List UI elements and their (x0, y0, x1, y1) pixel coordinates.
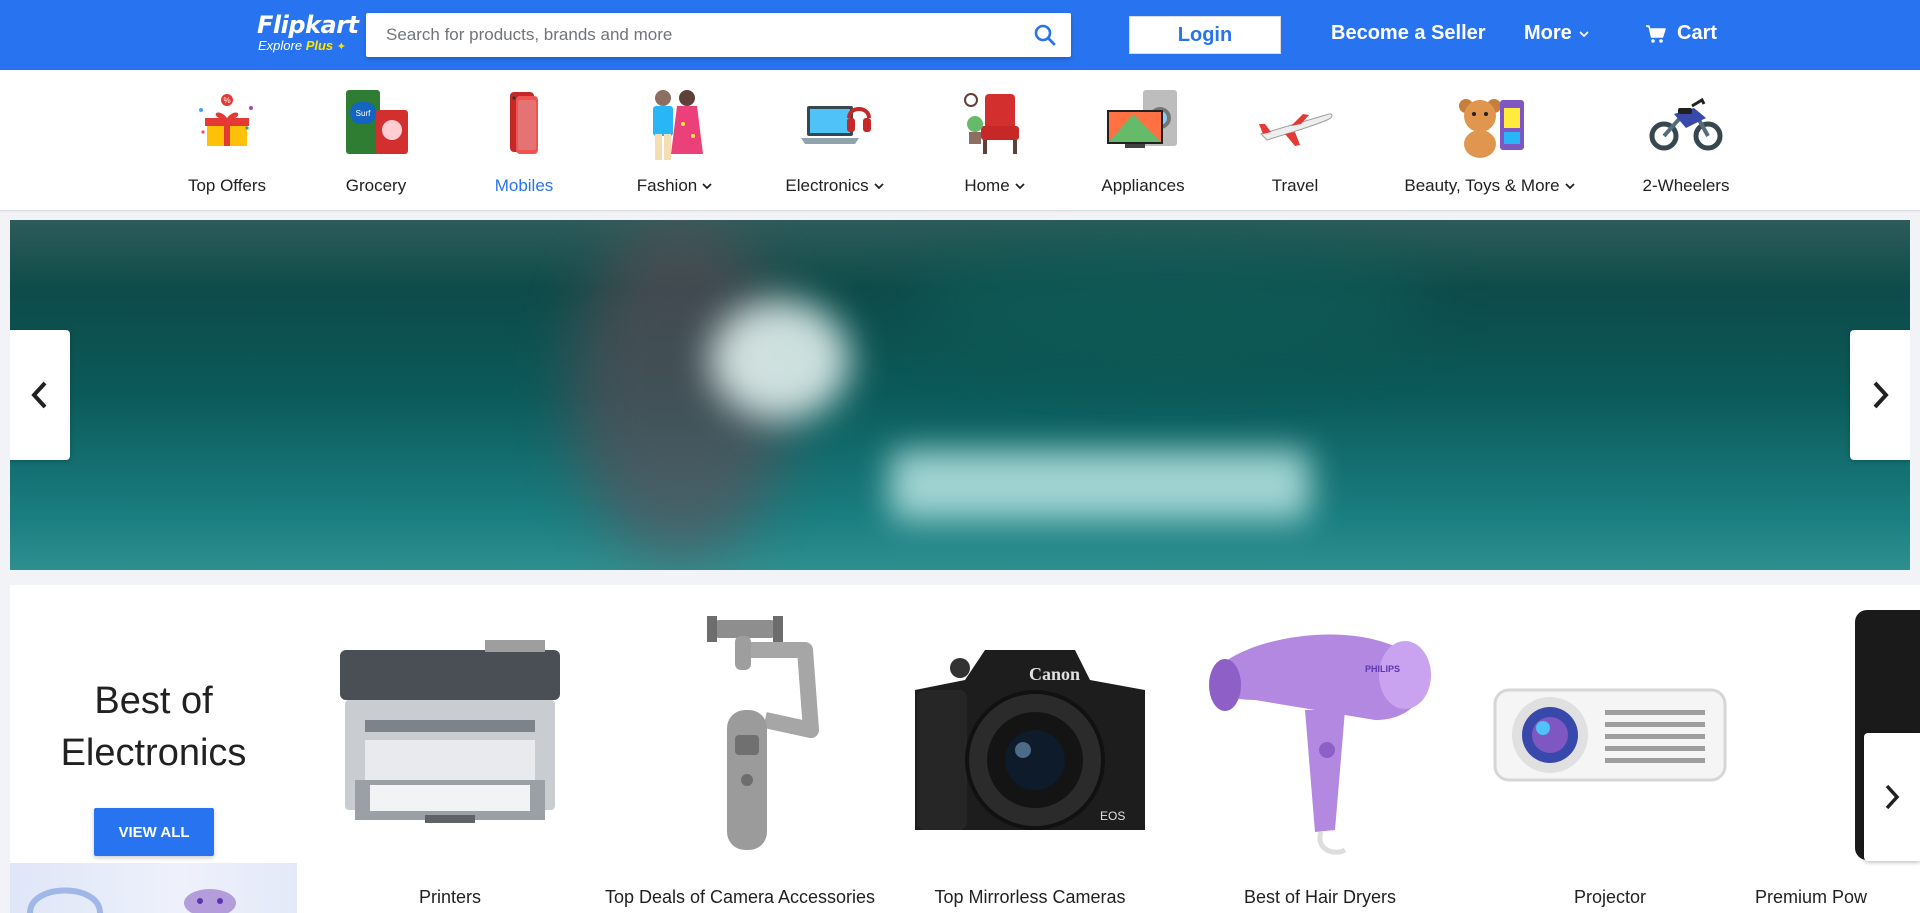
appliances-icon (1107, 90, 1177, 148)
projector-icon (1493, 688, 1727, 782)
flipkart-logo[interactable]: Flipkart Explore Plus ✦ (257, 11, 359, 55)
category-label: Travel (1271, 176, 1319, 195)
hero-banner-carousel[interactable] (10, 220, 1910, 570)
category-label-text: Beauty, Toys & More (1404, 176, 1560, 195)
more-label: More (1524, 22, 1572, 44)
more-menu[interactable]: More (1524, 22, 1590, 45)
become-seller-link[interactable]: Become a Seller (1331, 22, 1486, 45)
banner-blur-shape (910, 240, 1430, 360)
product-label: Premium Pow (1755, 887, 1868, 907)
gift-offers-icon: % (199, 94, 253, 146)
product-label: Printers (418, 887, 481, 907)
chevron-down-icon (1579, 30, 1589, 37)
search-icon[interactable] (1033, 23, 1057, 47)
section-header: Best of Electronics VIEW ALL (10, 585, 297, 913)
section-title-line1: Best of (94, 680, 213, 722)
product-label: Best of Hair Dryers (1243, 887, 1397, 907)
teddy-bear-icon (1459, 99, 1524, 158)
chevron-right-icon (1885, 784, 1900, 810)
product-card-projector[interactable]: Projector (1465, 585, 1755, 913)
chevron-down-icon (702, 183, 712, 190)
product-label: Top Mirrorless Cameras (934, 887, 1126, 907)
banner-next-button[interactable] (1850, 330, 1910, 460)
svg-text:%: % (223, 96, 230, 105)
svg-text:PHILIPS: PHILIPS (1365, 664, 1400, 674)
svg-text:Surf: Surf (356, 109, 371, 118)
category-label: Top Offers (187, 176, 267, 195)
product-card-camera-accessories[interactable]: Top Deals of Camera Accessories (595, 585, 885, 913)
cart-link[interactable]: Cart (1645, 22, 1717, 45)
headphones-decoration-icon (27, 887, 236, 913)
logo-explore-text: Explore (258, 38, 303, 53)
category-travel[interactable]: Travel (1245, 70, 1345, 210)
laptop-icon (801, 106, 871, 144)
logo-tagline: Explore Plus ✦ (258, 38, 357, 55)
banner-blur-shape (710, 300, 850, 420)
category-label: Grocery (345, 176, 407, 195)
section-title: Best of Electronics (10, 675, 297, 779)
category-label: Home (964, 176, 1025, 196)
chevron-down-icon (873, 183, 884, 190)
cart-icon (1646, 24, 1666, 43)
category-label: 2-Wheelers (1642, 176, 1730, 195)
product-card-hair-dryers[interactable]: PHILIPS Best of Hair Dryers (1175, 585, 1465, 913)
category-label: Fashion (637, 176, 713, 196)
product-card-mirrorless-cameras[interactable]: Canon EOS Top Mirrorless Cameras (885, 585, 1175, 913)
camera-icon: Canon EOS (915, 650, 1145, 830)
category-grocery[interactable]: Surf Grocery (326, 70, 426, 210)
hair-dryer-icon: PHILIPS (1209, 634, 1431, 855)
login-button[interactable]: Login (1129, 16, 1281, 54)
logo-plus-text: Plus (305, 38, 334, 53)
cart-label: Cart (1677, 22, 1718, 44)
motorcycle-icon (1649, 97, 1723, 151)
banner-prev-button[interactable] (10, 330, 70, 460)
category-top-offers[interactable]: % Top Offers (177, 70, 277, 210)
svg-text:Canon: Canon (1029, 664, 1080, 684)
home-furniture-icon (964, 93, 1019, 154)
chevron-right-icon (1873, 381, 1889, 409)
fashion-icon (653, 90, 703, 160)
logo-wordmark: Flipkart (257, 11, 359, 39)
mobile-phone-icon (510, 92, 538, 154)
svg-text:EOS: EOS (1100, 809, 1125, 823)
view-all-button[interactable]: VIEW ALL (94, 808, 214, 856)
product-card-printers[interactable]: Printers (305, 585, 595, 913)
top-header: Flipkart Explore Plus ✦ Login Become a S… (0, 0, 1920, 70)
chevron-down-icon (1015, 183, 1025, 190)
section-decoration (10, 863, 297, 913)
product-label: Top Deals of Camera Accessories (604, 887, 876, 907)
chevron-down-icon (1565, 183, 1575, 190)
category-electronics[interactable]: Electronics (775, 70, 895, 210)
section-next-button[interactable] (1864, 733, 1920, 861)
category-appliances[interactable]: Appliances (1093, 70, 1193, 210)
category-fashion[interactable]: Fashion (620, 70, 730, 210)
banner-blur-shape (890, 450, 1310, 520)
printer-icon (340, 640, 560, 823)
category-label: Electronics (785, 176, 884, 196)
category-label-text: Fashion (636, 176, 698, 195)
category-label: Beauty, Toys & More (1404, 176, 1575, 196)
category-nav: % Top Offers Surf Grocery Mobiles Fashio… (0, 70, 1920, 210)
product-label: Projector (1573, 887, 1647, 907)
category-beauty-toys[interactable]: Beauty, Toys & More (1400, 70, 1580, 210)
airplane-icon (1259, 113, 1333, 146)
category-mobiles[interactable]: Mobiles (474, 70, 574, 210)
category-label: Mobiles (494, 176, 554, 195)
category-label: Appliances (1101, 176, 1185, 195)
search-bar (366, 13, 1071, 57)
gimbal-icon (707, 616, 819, 850)
category-home[interactable]: Home (950, 70, 1040, 210)
category-label-text: Electronics (785, 176, 869, 195)
category-label-text: Home (964, 176, 1010, 195)
section-title-line2: Electronics (60, 732, 247, 774)
search-input[interactable] (366, 13, 1006, 57)
plus-star-icon: ✦ (336, 41, 347, 53)
best-of-electronics-section: Best of Electronics VIEW ALL Printers To… (10, 585, 1920, 913)
grocery-icon: Surf (346, 90, 408, 154)
category-two-wheelers[interactable]: 2-Wheelers (1636, 70, 1736, 210)
chevron-left-icon (31, 381, 47, 409)
